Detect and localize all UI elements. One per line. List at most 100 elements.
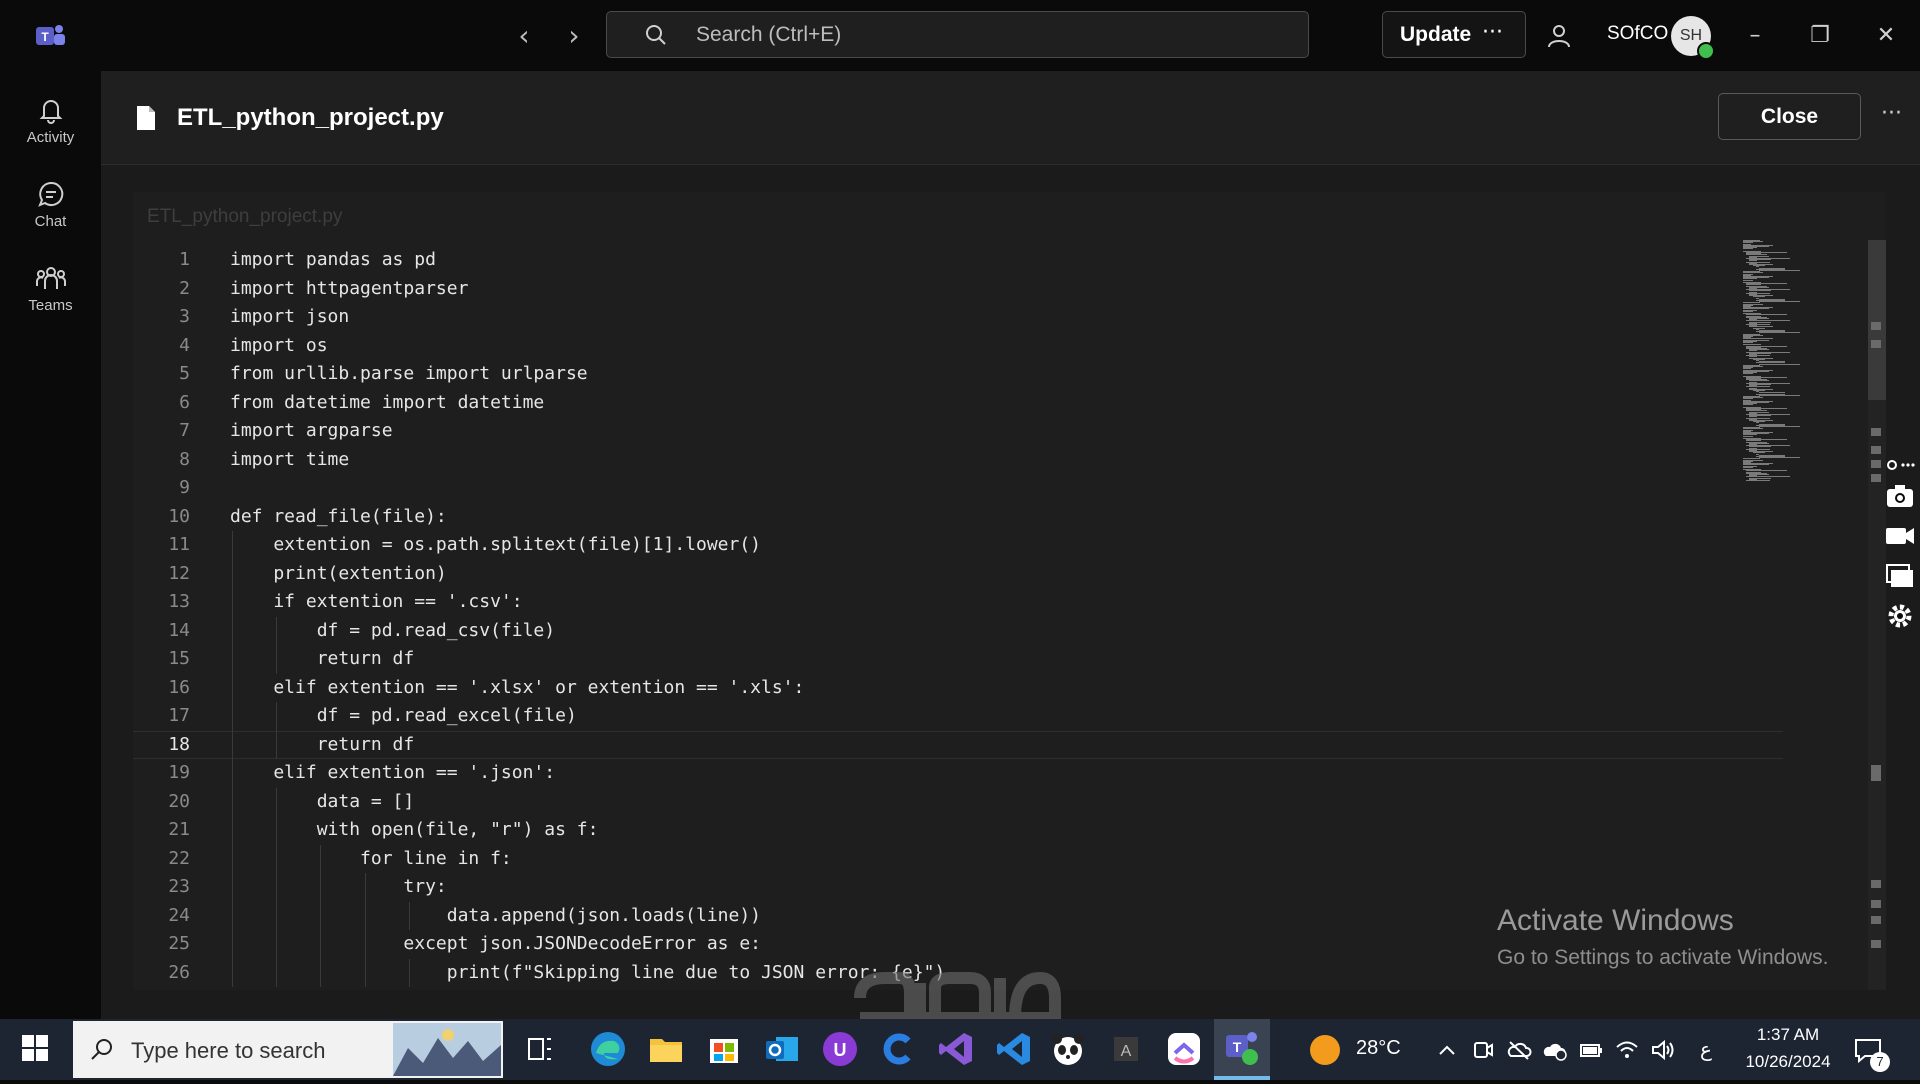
camera-icon[interactable] — [1885, 481, 1915, 511]
outlook-icon[interactable] — [762, 1029, 802, 1069]
code-line[interactable]: 4 import os — [133, 332, 1783, 360]
rail-item-chat[interactable]: Chat — [0, 165, 101, 245]
rail-item-activity[interactable]: Activity — [0, 81, 101, 161]
edge-browser-icon[interactable] — [588, 1029, 628, 1069]
code-area[interactable]: 1 import pandas as pd 2 import httpagentpar… — [133, 238, 1783, 990]
windows-overlap-icon[interactable] — [1885, 561, 1915, 591]
code-line[interactable]: 6 from datetime import datetime — [133, 389, 1783, 417]
windows-start-icon[interactable] — [22, 1035, 48, 1061]
volume-icon[interactable] — [1650, 1037, 1676, 1063]
rail-item-teams[interactable]: Teams — [0, 249, 101, 329]
code-line[interactable]: 5 from urllib.parse import urlparse — [133, 360, 1783, 388]
code-line[interactable]: 10 def read_file(file): — [133, 503, 1783, 531]
code-text[interactable]: from urllib.parse import urlparse — [230, 360, 588, 388]
a-app-icon[interactable]: A — [1106, 1029, 1146, 1069]
code-text[interactable]: return df — [230, 731, 415, 759]
video-icon[interactable] — [1885, 521, 1915, 551]
settings-gear-icon[interactable] — [1885, 601, 1915, 631]
code-line[interactable]: 22 for line in f: — [133, 844, 1783, 873]
code-text[interactable]: import argparse — [230, 417, 393, 445]
code-text[interactable]: for line in f: — [230, 845, 512, 873]
onedrive-sync-icon[interactable] — [1542, 1037, 1568, 1063]
task-view-icon[interactable] — [520, 1029, 560, 1069]
chevron-up-icon[interactable] — [1434, 1037, 1460, 1063]
code-text[interactable]: df = pd.read_csv(file) — [230, 617, 555, 645]
code-text[interactable]: elif extention == '.xlsx' or extention =… — [230, 674, 804, 702]
visual-studio-icon[interactable] — [936, 1029, 976, 1069]
minimize-icon[interactable]: – — [1737, 18, 1773, 54]
code-line[interactable]: 13 if extention == '.csv': — [133, 588, 1783, 617]
code-text[interactable]: print(f"Skipping line due to JSON error:… — [230, 959, 946, 987]
code-line[interactable]: 17 df = pd.read_excel(file) — [133, 702, 1783, 731]
forward-arrow-icon[interactable]: › — [560, 20, 588, 52]
file-explorer-icon[interactable] — [646, 1029, 686, 1069]
code-line[interactable]: 7 import argparse — [133, 417, 1783, 445]
close-window-icon[interactable]: ✕ — [1868, 18, 1904, 54]
code-text[interactable]: def read_file(file): — [230, 503, 447, 531]
code-text[interactable]: import time — [230, 446, 349, 474]
code-line[interactable]: 18 return df — [133, 730, 1783, 759]
teams-logo-icon[interactable]: T — [34, 22, 66, 50]
code-line[interactable]: 14 df = pd.read_csv(file) — [133, 616, 1783, 645]
code-line[interactable]: 3 import json — [133, 303, 1783, 331]
org-name[interactable]: SOfCO — [1607, 23, 1668, 45]
onedrive-offline-icon[interactable] — [1506, 1037, 1532, 1063]
search-input[interactable]: Search (Ctrl+E) — [606, 11, 1309, 58]
code-text[interactable]: try: — [230, 873, 446, 901]
code-text[interactable]: return df — [230, 645, 415, 673]
input-language[interactable]: ع — [1700, 1037, 1712, 1061]
code-text[interactable]: import pandas as pd — [230, 246, 436, 274]
code-text[interactable]: from datetime import datetime — [230, 389, 544, 417]
code-line[interactable]: 19 elif extention == '.json': — [133, 759, 1783, 788]
battery-icon[interactable] — [1578, 1037, 1604, 1063]
code-text[interactable]: except json.JSONDecodeError as e: — [230, 930, 761, 958]
close-button[interactable]: Close — [1718, 93, 1861, 140]
code-text[interactable]: data.append(json.loads(line)) — [230, 902, 761, 930]
c-app-icon[interactable] — [878, 1029, 918, 1069]
code-text[interactable]: df = pd.read_excel(file) — [230, 702, 577, 730]
u-app-icon[interactable]: U — [820, 1029, 860, 1069]
meet-now-icon[interactable] — [1470, 1037, 1496, 1063]
code-line[interactable]: 1 import pandas as pd — [133, 246, 1783, 274]
scrollbar[interactable] — [1868, 240, 1886, 990]
code-text[interactable]: print(extention) — [230, 560, 446, 588]
code-text[interactable]: import json — [230, 303, 349, 331]
code-text[interactable]: if extention == '.csv': — [230, 588, 522, 616]
update-button[interactable]: Update ··· — [1382, 11, 1526, 58]
scrollbar-thumb[interactable] — [1868, 240, 1886, 400]
code-line[interactable]: 15 return df — [133, 645, 1783, 674]
code-line[interactable]: 23 try: — [133, 873, 1783, 902]
more-options-icon[interactable]: ··· — [1881, 101, 1902, 126]
code-editor[interactable]: ETL_python_project.py 1 import pandas as … — [133, 192, 1886, 990]
code-line[interactable]: 20 data = [] — [133, 787, 1783, 816]
link-more-icon[interactable] — [1885, 455, 1915, 475]
wifi-icon[interactable] — [1614, 1037, 1640, 1063]
code-text[interactable]: with open(file, "r") as f: — [230, 816, 599, 844]
teams-taskbar-button[interactable]: T — [1214, 1019, 1270, 1080]
code-line[interactable]: 21 with open(file, "r") as f: — [133, 816, 1783, 845]
person-icon[interactable] — [1545, 22, 1573, 50]
panda-app-icon[interactable] — [1048, 1029, 1088, 1069]
taskbar-search-input[interactable]: Type here to search — [73, 1021, 503, 1078]
code-text[interactable]: extention = os.path.splitext(file)[1].lo… — [230, 531, 761, 559]
code-text[interactable]: data = [] — [230, 788, 415, 816]
code-line[interactable]: 2 import httpagentparser — [133, 275, 1783, 303]
code-text[interactable]: import os — [230, 332, 328, 360]
weather-sun-icon[interactable] — [1310, 1035, 1340, 1065]
vscode-icon[interactable] — [994, 1029, 1034, 1069]
code-line[interactable]: 9 — [133, 474, 1783, 502]
editor-tab[interactable]: ETL_python_project.py — [147, 206, 342, 228]
code-line[interactable]: 8 import time — [133, 446, 1783, 474]
code-line[interactable]: 16 elif extention == '.xlsx' or extentio… — [133, 673, 1783, 702]
code-line[interactable]: 12 print(extention) — [133, 559, 1783, 588]
store-icon[interactable] — [704, 1029, 744, 1069]
code-line[interactable]: 11 extention = os.path.splitext(file)[1]… — [133, 531, 1783, 560]
minimap[interactable] — [1743, 240, 1863, 485]
code-text[interactable]: elif extention == '.json': — [230, 759, 555, 787]
clock-date[interactable]: 10/26/2024 — [1733, 1052, 1843, 1072]
restore-icon[interactable]: ❐ — [1802, 18, 1838, 54]
clock-time[interactable]: 1:37 AM — [1748, 1025, 1828, 1045]
code-text[interactable]: import httpagentparser — [230, 275, 468, 303]
weather-temperature[interactable]: 28°C — [1356, 1037, 1401, 1060]
back-arrow-icon[interactable]: ‹ — [510, 20, 538, 52]
